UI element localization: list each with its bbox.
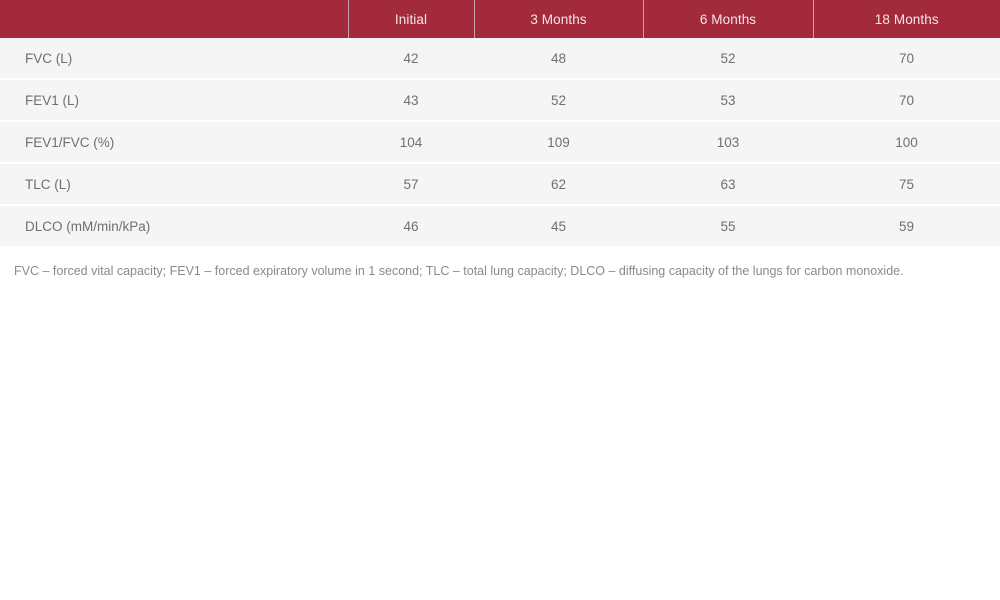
cell-3-months: 109 [474,121,643,164]
cell-initial: 42 [348,38,474,80]
cell-3-months: 62 [474,163,643,206]
table-header-row: Initial 3 Months 6 Months 18 Months [0,0,1000,38]
column-header-6-months: 6 Months [643,0,814,38]
column-header-3-months: 3 Months [474,0,644,38]
table-row: FEV1 (L) 43 52 53 70 [0,79,1000,122]
row-label: DLCO (mM/min/kPa) [0,205,348,248]
cell-18-months: 75 [813,163,1000,206]
cell-6-months: 63 [643,163,813,206]
table-footnote-row: FVC – forced vital capacity; FEV1 – forc… [0,247,1000,296]
table-header: Initial 3 Months 6 Months 18 Months [0,0,1000,38]
cell-6-months: 103 [643,121,813,164]
cell-initial: 57 [348,163,474,206]
table-row: FEV1/FVC (%) 104 109 103 100 [0,121,1000,164]
table-row: TLC (L) 57 62 63 75 [0,163,1000,206]
table-body: FVC (L) 42 48 52 70 FEV1 (L) 43 52 53 70… [0,38,1000,296]
cell-18-months: 59 [813,205,1000,248]
pulmonary-function-table-container: Initial 3 Months 6 Months 18 Months FVC … [0,0,1000,296]
cell-initial: 43 [348,79,474,122]
cell-18-months: 100 [813,121,1000,164]
column-header-measure [0,0,349,38]
cell-18-months: 70 [813,38,1000,80]
row-label: FVC (L) [0,38,348,80]
column-header-18-months: 18 Months [813,0,1000,38]
cell-18-months: 70 [813,79,1000,122]
table-row: FVC (L) 42 48 52 70 [0,38,1000,80]
cell-6-months: 53 [643,79,813,122]
table-row: DLCO (mM/min/kPa) 46 45 55 59 [0,205,1000,248]
pulmonary-function-table: Initial 3 Months 6 Months 18 Months FVC … [0,0,1000,296]
cell-3-months: 52 [474,79,643,122]
row-label: FEV1 (L) [0,79,348,122]
cell-initial: 104 [348,121,474,164]
cell-3-months: 45 [474,205,643,248]
column-header-initial: Initial [348,0,475,38]
cell-initial: 46 [348,205,474,248]
cell-3-months: 48 [474,38,643,80]
row-label: FEV1/FVC (%) [0,121,348,164]
cell-6-months: 55 [643,205,813,248]
table-footnote: FVC – forced vital capacity; FEV1 – forc… [0,247,1000,296]
row-label: TLC (L) [0,163,348,206]
cell-6-months: 52 [643,38,813,80]
